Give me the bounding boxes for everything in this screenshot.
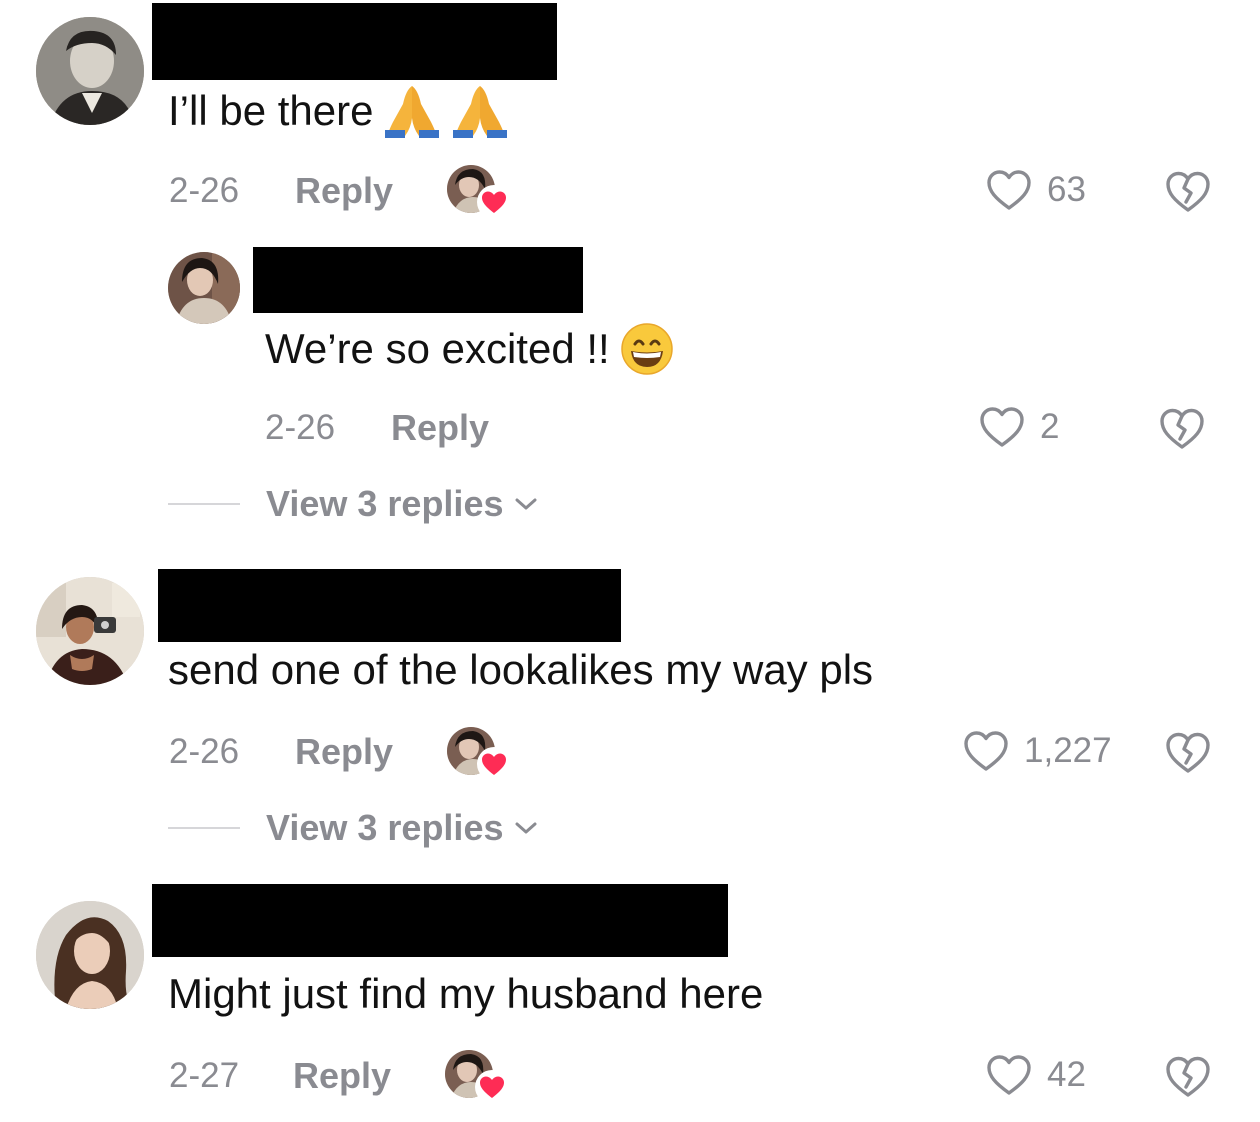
comment-date: 2-26 <box>169 171 240 210</box>
creator-liked-badge <box>447 165 511 221</box>
commenter-name-redacted <box>152 3 557 80</box>
creator-liked-badge <box>447 727 511 783</box>
like-button[interactable]: 63 <box>985 168 1086 212</box>
heart-outline-icon <box>987 170 1031 210</box>
creator-liked-badge <box>445 1050 509 1106</box>
heart-outline-icon <box>964 731 1008 771</box>
reply-date: 2-26 <box>265 408 336 447</box>
folded-hands-emoji <box>453 86 508 138</box>
commenter-name-redacted <box>158 569 621 642</box>
comment-text: send one of the lookalikes my way pls <box>168 645 873 695</box>
grinning-face-emoji <box>620 323 673 375</box>
heart-outline-icon <box>980 407 1024 447</box>
comment-date: 2-26 <box>169 732 240 771</box>
comment-text: Might just find my husband here <box>168 969 763 1019</box>
commenter-avatar[interactable] <box>36 901 144 1009</box>
like-button[interactable]: 1,227 <box>962 729 1112 773</box>
reply-body: We’re so excited !! <box>265 325 610 372</box>
reply-button[interactable]: Reply <box>293 1056 391 1096</box>
like-count: 1,227 <box>1024 731 1112 770</box>
like-button[interactable]: 42 <box>985 1053 1086 1097</box>
comment-body: send one of the lookalikes my way pls <box>168 646 874 693</box>
folded-hands-emoji <box>385 86 440 138</box>
reply-button[interactable]: Reply <box>391 408 489 448</box>
like-count: 42 <box>1047 1055 1086 1094</box>
chevron-down-icon <box>515 822 537 834</box>
creator-liked-heart-icon <box>477 747 511 781</box>
chevron-down-icon <box>515 498 537 510</box>
heart-outline-icon <box>987 1055 1031 1095</box>
commenter-name-redacted <box>152 884 728 957</box>
reply-text: We’re so excited !! <box>265 322 674 376</box>
comment-text: I’ll be there <box>168 84 509 138</box>
creator-liked-heart-icon <box>477 185 511 219</box>
like-button[interactable]: 2 <box>978 405 1059 449</box>
comment-date: 2-27 <box>169 1056 240 1095</box>
view-replies-label: View 3 replies <box>266 483 504 524</box>
avatar-photo <box>36 577 144 685</box>
commenter-avatar[interactable] <box>36 17 144 125</box>
comment-body: I’ll be there <box>168 87 374 134</box>
broken-heart-icon[interactable] <box>1163 729 1213 775</box>
broken-heart-icon[interactable] <box>1157 405 1207 451</box>
broken-heart-icon[interactable] <box>1163 1053 1213 1099</box>
creator-liked-heart-icon <box>475 1070 509 1104</box>
reply-button[interactable]: Reply <box>295 171 393 211</box>
reply-button[interactable]: Reply <box>295 732 393 772</box>
avatar-photo <box>36 17 144 125</box>
view-replies-button[interactable]: View 3 replies <box>168 484 539 524</box>
view-replies-label: View 3 replies <box>266 807 504 848</box>
divider <box>168 503 240 505</box>
avatar-photo <box>36 901 144 1009</box>
view-replies-button[interactable]: View 3 replies <box>168 808 539 848</box>
like-count: 63 <box>1047 170 1086 209</box>
avatar-photo <box>168 252 240 324</box>
reply-author-avatar[interactable] <box>168 252 240 324</box>
comment-body: Might just find my husband here <box>168 970 764 1017</box>
divider <box>168 827 240 829</box>
like-count: 2 <box>1040 407 1060 446</box>
commenter-avatar[interactable] <box>36 577 144 685</box>
reply-author-name-redacted <box>253 247 583 313</box>
broken-heart-icon[interactable] <box>1163 168 1213 214</box>
